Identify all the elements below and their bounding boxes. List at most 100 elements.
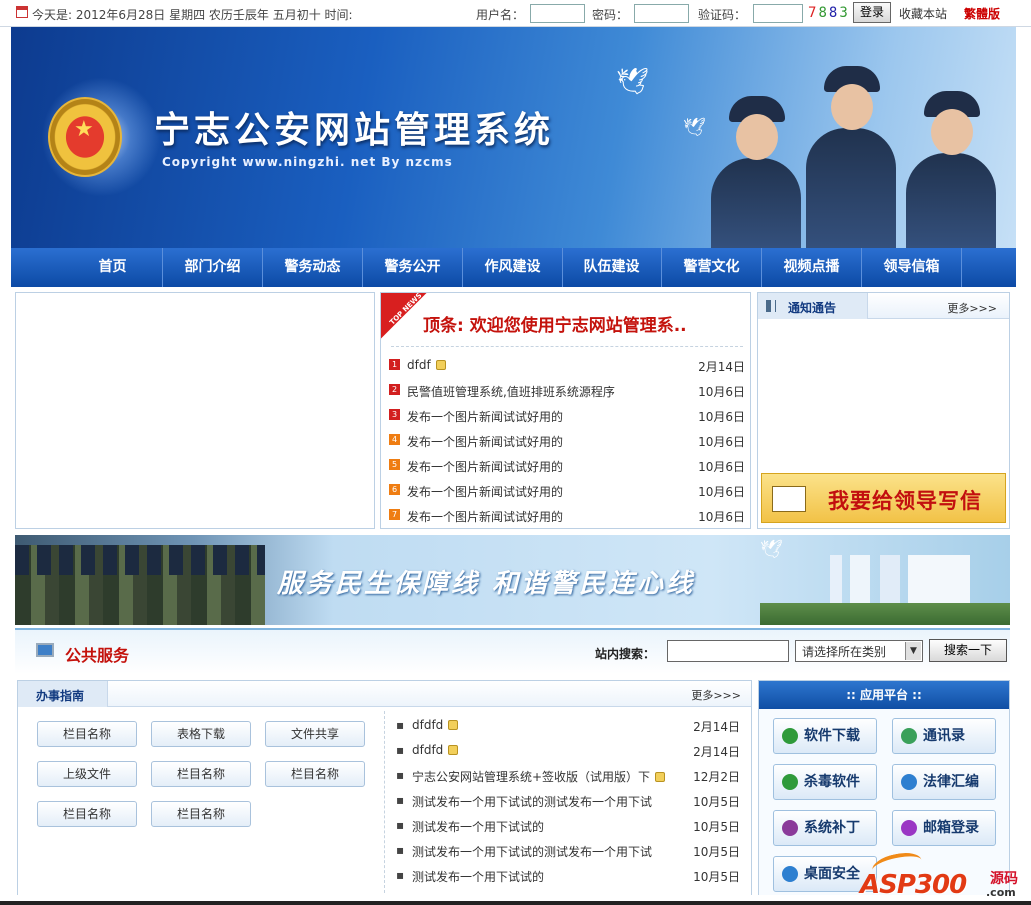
nav-leader-mailbox[interactable]: 领导信箱	[862, 248, 962, 287]
mail-icon	[901, 820, 917, 836]
guide-item-date: 10月5日	[693, 795, 740, 809]
guide-button[interactable]: 栏目名称	[151, 761, 251, 787]
lock-icon	[655, 772, 666, 782]
news-item[interactable]: 1 dfdf 2月14日	[389, 355, 745, 375]
bullet-icon: ▪	[396, 793, 405, 807]
guide-item-title[interactable]: dfdfd	[412, 718, 459, 732]
favorite-link[interactable]: 收藏本站	[899, 5, 947, 22]
guide-item-title[interactable]: 测试发布一个用下试试的测试发布一个用下试	[412, 793, 652, 810]
guide-item-date: 10月5日	[693, 870, 740, 884]
news-title[interactable]: 民警值班管理系统,值班排班系统源程序	[407, 383, 615, 400]
captcha-input[interactable]	[753, 4, 803, 23]
app-button[interactable]: 杀毒软件	[773, 764, 877, 800]
guide-item[interactable]: ▪ 测试发布一个用下试试的测试发布一个用下试 10月5日	[396, 790, 740, 810]
news-title[interactable]: 发布一个图片新闻试试好用的	[407, 433, 563, 450]
news-item[interactable]: 3 发布一个图片新闻试试好用的 10月6日	[389, 405, 745, 425]
nav-police-culture[interactable]: 警营文化	[662, 248, 762, 287]
police-crowd-image	[15, 545, 265, 625]
nav-video[interactable]: 视频点播	[762, 248, 862, 287]
headline-link[interactable]: 顶条: 欢迎您使用宁志网站管理系..	[423, 311, 687, 336]
lock-icon	[448, 745, 459, 755]
app-button[interactable]: 通讯录	[892, 718, 996, 754]
guide-item-title[interactable]: 测试发布一个用下试试的	[412, 818, 544, 835]
app-button[interactable]: 软件下载	[773, 718, 877, 754]
guide-item-text: 测试发布一个用下试试的	[412, 820, 545, 834]
guide-more-link[interactable]: 更多>>>	[691, 687, 741, 703]
bullet-icon: ▪	[396, 743, 405, 757]
captcha-digit: 3	[839, 5, 850, 21]
traditional-chinese-link[interactable]: 繁體版	[964, 5, 1000, 22]
nav-team-building[interactable]: 队伍建设	[562, 248, 662, 287]
news-title[interactable]: 发布一个图片新闻试试好用的	[407, 483, 563, 500]
write-to-leader-banner[interactable]: 我要给领导写信	[761, 473, 1006, 523]
guide-item[interactable]: ▪ 测试发布一个用下试试的测试发布一个用下试 10月5日	[396, 840, 740, 860]
public-services-bar: 公共服务 站内搜索： 请选择所在类别 ▼ 搜索一下	[15, 628, 1010, 674]
guide-item[interactable]: ▪ dfdfd 2月14日	[396, 740, 740, 760]
news-item[interactable]: 2 民警值班管理系统,值班排班系统源程序 10月6日	[389, 380, 745, 400]
slogan-text: 服务民生保障线 和谐警民连心线	[277, 569, 696, 599]
guide-item-date: 10月5日	[693, 820, 740, 834]
news-date: 10月6日	[698, 435, 745, 449]
news-title[interactable]: dfdf	[407, 358, 446, 372]
notice-more-link[interactable]: 更多>>>	[947, 300, 997, 316]
officer-figure	[806, 66, 896, 248]
guide-item-text: 测试发布一个用下试试的	[412, 870, 545, 884]
category-selected: 请选择所在类别	[802, 645, 887, 659]
password-input[interactable]	[634, 4, 689, 23]
news-title[interactable]: 发布一个图片新闻试试好用的	[407, 458, 563, 475]
news-item[interactable]: 5 发布一个图片新闻试试好用的 10月6日	[389, 455, 745, 475]
lock-icon	[448, 720, 459, 730]
main-nav: 首页 部门介绍 警务动态 警务公开 作风建设 队伍建设 警营文化 视频点播 领导…	[11, 248, 1016, 287]
top-news-ribbon-label: TOP NEWS	[388, 291, 424, 327]
guide-item[interactable]: ▪ 测试发布一个用下试试的 10月5日	[396, 815, 740, 835]
nav-department[interactable]: 部门介绍	[163, 248, 263, 287]
header-banner: 宁志公安网站管理系统 Copyright www.ningzhi. net By…	[11, 27, 1016, 248]
guide-item-date: 10月5日	[693, 845, 740, 859]
username-input[interactable]	[530, 4, 585, 23]
guide-button[interactable]: 栏目名称	[265, 761, 365, 787]
guide-item-title[interactable]: dfdfd	[412, 743, 459, 757]
guide-item-title[interactable]: 宁志公安网站管理系统+签收版（试用版）下	[412, 768, 666, 785]
news-item[interactable]: 6 发布一个图片新闻试试好用的 10月6日	[389, 480, 745, 500]
search-button[interactable]: 搜索一下	[929, 639, 1007, 662]
news-item[interactable]: 4 发布一个图片新闻试试好用的 10月6日	[389, 430, 745, 450]
guide-item-text: dfdfd	[412, 718, 444, 732]
news-title[interactable]: 发布一个图片新闻试试好用的	[407, 408, 563, 425]
bullet-icon: ▪	[396, 868, 405, 882]
picture-news-panel	[15, 292, 375, 529]
nav-police-disclosure[interactable]: 警务公开	[363, 248, 463, 287]
guide-button[interactable]: 上级文件	[37, 761, 137, 787]
guide-item-title[interactable]: 测试发布一个用下试试的测试发布一个用下试	[412, 843, 652, 860]
news-date: 10月6日	[698, 410, 745, 424]
news-item[interactable]: 7 发布一个图片新闻试试好用的 10月6日	[389, 505, 745, 525]
news-date: 10月6日	[698, 485, 745, 499]
app-button[interactable]: 邮箱登录	[892, 810, 996, 846]
nav-home[interactable]: 首页	[63, 248, 163, 287]
guide-item-title[interactable]: 测试发布一个用下试试的	[412, 868, 544, 885]
guide-button[interactable]: 文件共享	[265, 721, 365, 747]
nav-style-building[interactable]: 作风建设	[463, 248, 563, 287]
desktop-icon	[782, 866, 798, 882]
app-button[interactable]: 系统补丁	[773, 810, 877, 846]
rank-badge: 1	[389, 359, 400, 370]
category-select[interactable]: 请选择所在类别 ▼	[795, 640, 923, 662]
search-input[interactable]	[667, 640, 789, 662]
nav-police-news[interactable]: 警务动态	[263, 248, 363, 287]
guide-item[interactable]: ▪ 宁志公安网站管理系统+签收版（试用版）下 12月2日	[396, 765, 740, 785]
captcha-digit: 8	[828, 5, 840, 21]
guide-item-date: 2月14日	[693, 745, 740, 759]
guide-button[interactable]: 栏目名称	[37, 801, 137, 827]
captcha-digit: 7	[808, 5, 819, 21]
rank-badge: 7	[389, 509, 400, 520]
guide-item[interactable]: ▪ dfdfd 2月14日	[396, 715, 740, 735]
captcha-image: 7883	[808, 5, 850, 21]
login-button[interactable]: 登录	[853, 2, 891, 23]
guide-item[interactable]: ▪ 测试发布一个用下试试的 10月5日	[396, 865, 740, 885]
guide-button[interactable]: 栏目名称	[37, 721, 137, 747]
notice-header: 通知通告 更多>>>	[758, 293, 1009, 319]
guide-button[interactable]: 表格下载	[151, 721, 251, 747]
news-title[interactable]: 发布一个图片新闻试试好用的	[407, 508, 563, 525]
news-panel: TOP NEWS 顶条: 欢迎您使用宁志网站管理系.. 1 dfdf 2月14日 2 民…	[380, 291, 751, 529]
guide-button[interactable]: 栏目名称	[151, 801, 251, 827]
app-button[interactable]: 法律汇编	[892, 764, 996, 800]
